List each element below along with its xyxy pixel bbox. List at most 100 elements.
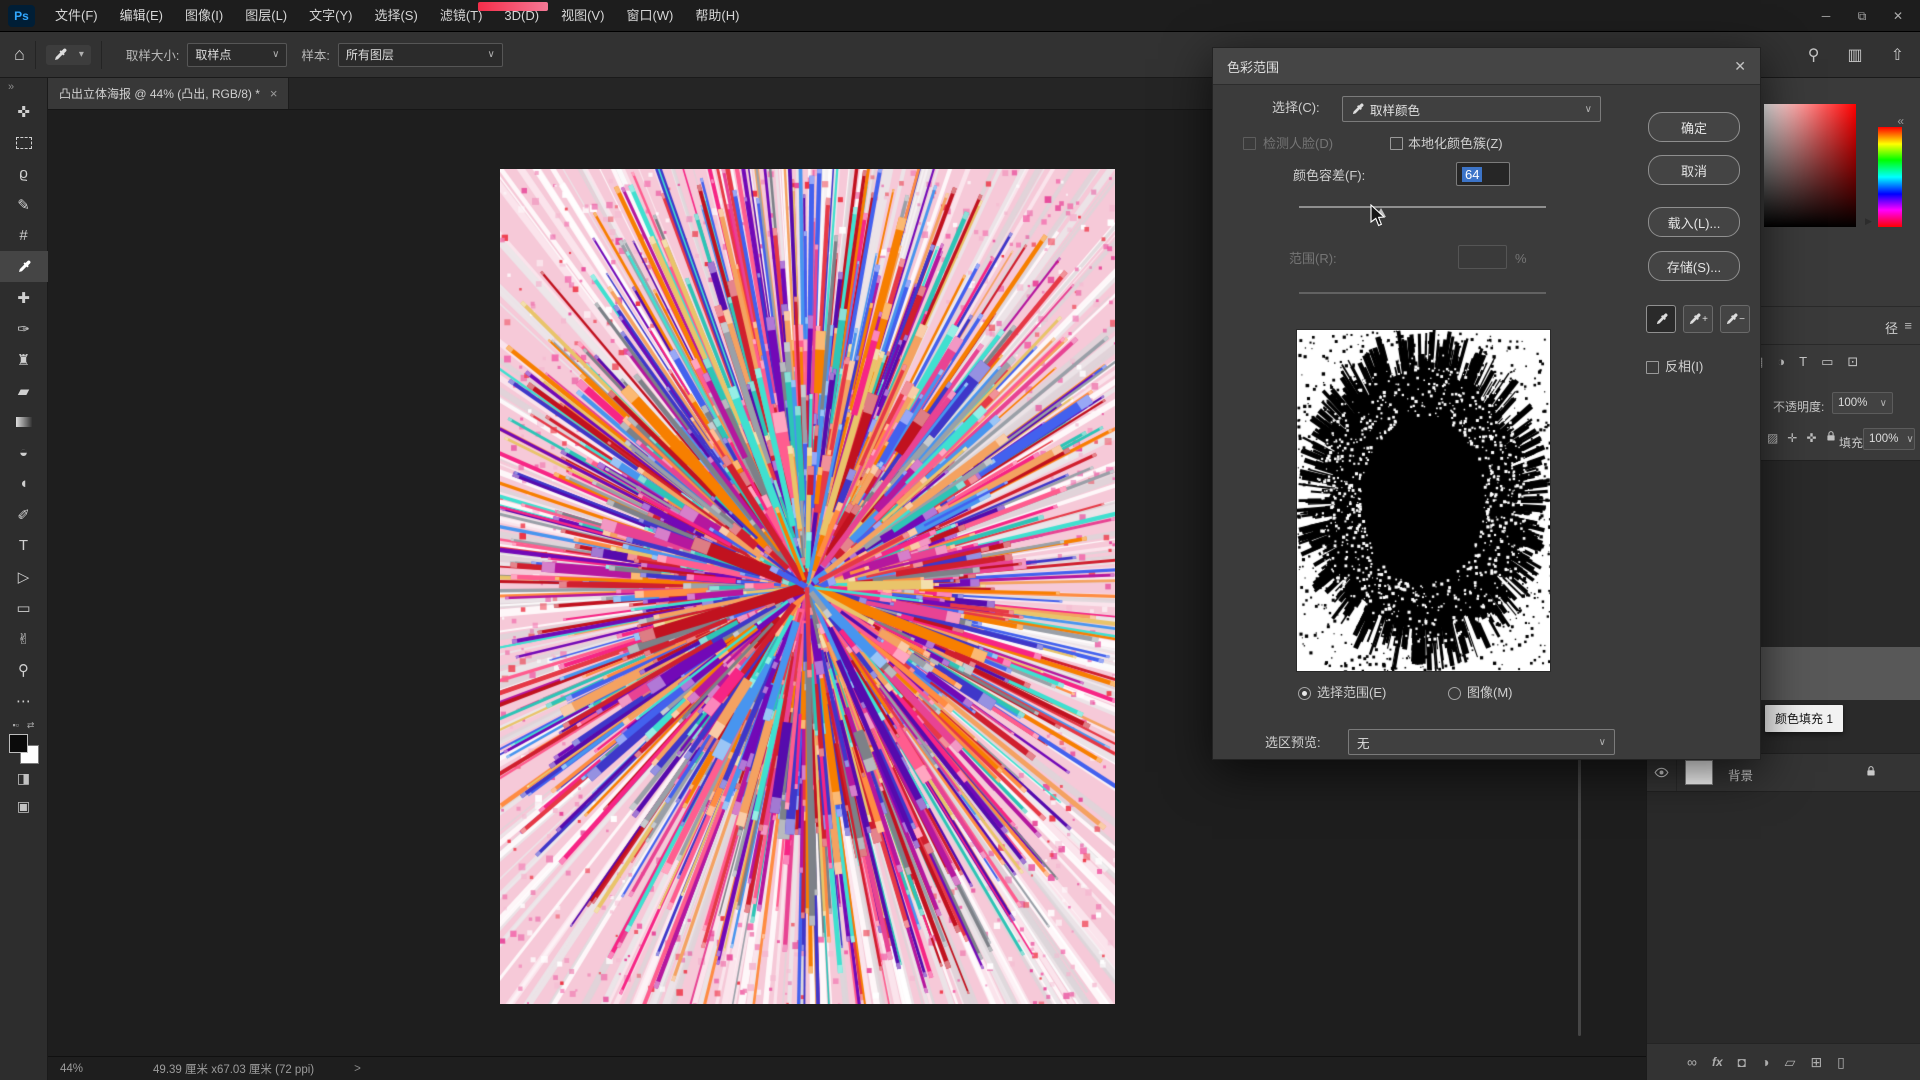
zoom-tool[interactable]: ⚲: [0, 654, 48, 685]
workspace-icon[interactable]: ▥: [1847, 45, 1862, 65]
marquee-tool[interactable]: [0, 127, 48, 158]
add-layer-mask-icon[interactable]: ◘: [1738, 1054, 1746, 1070]
select-dropdown[interactable]: 取样颜色 ∨: [1342, 96, 1601, 122]
pen-tool[interactable]: ✐: [0, 499, 48, 530]
layer-effects-icon[interactable]: fx: [1712, 1055, 1723, 1069]
brush-tool[interactable]: ✑: [0, 313, 48, 344]
layer-name-tag: 颜色填充 1: [1765, 705, 1843, 732]
dock-collapse-icon[interactable]: «: [1897, 114, 1904, 128]
sample-select[interactable]: 所有图层∨: [338, 43, 503, 67]
path-selection-tool[interactable]: ▷: [0, 561, 48, 592]
share-icon[interactable]: ⇧: [1891, 45, 1904, 65]
separator: [101, 41, 102, 69]
clone-stamp-tool[interactable]: ♜: [0, 344, 48, 375]
load-button[interactable]: 载入(L)...: [1648, 207, 1740, 237]
hue-marker-icon[interactable]: ▶: [1865, 216, 1872, 227]
invert-checkbox[interactable]: [1646, 361, 1659, 374]
eyedropper-icon: [1351, 103, 1364, 116]
document-canvas[interactable]: [500, 169, 1115, 1004]
localized-clusters-checkbox[interactable]: [1390, 137, 1403, 150]
fuzziness-input[interactable]: 64: [1456, 162, 1510, 186]
status-expand-icon[interactable]: >: [354, 1063, 361, 1075]
document-tab[interactable]: 凸出立体海报 @ 44% (凸出, RGB/8) * ×: [48, 78, 289, 109]
cancel-button[interactable]: 取消: [1648, 155, 1740, 185]
add-sample-eyedropper-button[interactable]: +: [1683, 305, 1713, 333]
screen-mode-icon[interactable]: ▣: [0, 792, 48, 820]
default-colors-icon[interactable]: ▪▫: [13, 720, 19, 731]
toolbar-collapse-icon[interactable]: »: [0, 78, 47, 96]
selection-preview-dropdown[interactable]: 无 ∨: [1348, 729, 1615, 755]
menu-image[interactable]: 图像(I): [174, 0, 234, 32]
link-layers-icon[interactable]: ∞: [1687, 1054, 1697, 1070]
dodge-tool[interactable]: ◖: [0, 468, 48, 499]
fuzziness-slider[interactable]: [1299, 206, 1546, 208]
lock-position-icon[interactable]: ✜: [1806, 431, 1816, 445]
active-tool-chip[interactable]: ▾: [46, 45, 91, 65]
tab-close-icon[interactable]: ×: [270, 86, 278, 101]
sample-size-select[interactable]: 取样点∨: [187, 43, 287, 67]
quick-selection-tool[interactable]: ✎: [0, 189, 48, 220]
panel-menu-icon[interactable]: ≡: [1904, 318, 1912, 333]
mouse-cursor: [1369, 204, 1389, 228]
more-tools-icon[interactable]: ⋯: [0, 685, 48, 716]
filter-shape-icon[interactable]: ▭: [1821, 354, 1833, 370]
menu-type[interactable]: 文字(Y): [298, 0, 363, 32]
hand-tool[interactable]: ✌: [0, 623, 48, 654]
menu-view[interactable]: 视图(V): [550, 0, 615, 32]
photoshop-logo: Ps: [8, 5, 35, 27]
menu-help[interactable]: 帮助(H): [684, 0, 750, 32]
new-group-icon[interactable]: ▱: [1785, 1054, 1796, 1071]
new-layer-icon[interactable]: ⊞: [1810, 1054, 1822, 1071]
healing-brush-tool[interactable]: ✚: [0, 282, 48, 313]
image-radio[interactable]: [1448, 687, 1461, 700]
delete-layer-icon[interactable]: ▯: [1837, 1054, 1845, 1071]
save-button[interactable]: 存储(S)...: [1648, 251, 1740, 281]
minimize-button[interactable]: ─: [1808, 0, 1844, 32]
filter-type-icon[interactable]: T: [1799, 354, 1807, 370]
color-swatches[interactable]: [9, 734, 39, 764]
search-icon[interactable]: ⚲: [1808, 45, 1820, 65]
blur-tool[interactable]: ◒: [0, 437, 48, 468]
rectangle-tool[interactable]: ▭: [0, 592, 48, 623]
new-adjustment-layer-icon[interactable]: ◑: [1761, 1054, 1769, 1070]
layer-thumbnail[interactable]: [1685, 760, 1713, 785]
eraser-tool[interactable]: ▰: [0, 375, 48, 406]
sample-eyedropper-button[interactable]: [1646, 305, 1676, 333]
menu-layer[interactable]: 图层(L): [234, 0, 298, 32]
lock-transparency-icon[interactable]: ▨: [1767, 431, 1778, 445]
tab-title: 凸出立体海报 @ 44% (凸出, RGB/8) *: [59, 85, 260, 102]
type-tool-tool[interactable]: T: [0, 530, 48, 561]
crop-tool[interactable]: #: [0, 220, 48, 251]
menu-file[interactable]: 文件(F): [44, 0, 109, 32]
ok-button[interactable]: 确定: [1648, 112, 1740, 142]
foreground-color-swatch[interactable]: [9, 734, 28, 753]
eyedropper-tool[interactable]: [0, 251, 48, 282]
detect-faces-checkbox[interactable]: [1243, 137, 1256, 150]
dialog-close-icon[interactable]: ✕: [1734, 58, 1746, 75]
selection-radio[interactable]: [1298, 687, 1311, 700]
fill-field[interactable]: 100%∨: [1863, 428, 1915, 450]
color-range-preview[interactable]: [1296, 329, 1551, 672]
close-button[interactable]: ✕: [1880, 0, 1916, 32]
lock-brush-icon[interactable]: ✛: [1787, 431, 1797, 445]
opacity-field[interactable]: 100%∨: [1832, 392, 1893, 414]
menu-edit[interactable]: 编辑(E): [109, 0, 174, 32]
quick-mask-icon[interactable]: ◨: [0, 764, 48, 792]
menu-select[interactable]: 选择(S): [363, 0, 428, 32]
filter-smart-object-icon[interactable]: ⊡: [1847, 354, 1858, 370]
home-icon[interactable]: ⌂: [14, 44, 25, 65]
move-tool[interactable]: ✜: [0, 96, 48, 127]
menu-window[interactable]: 窗口(W): [615, 0, 684, 32]
hue-strip[interactable]: [1878, 127, 1902, 227]
lasso-tool[interactable]: ϱ: [0, 158, 48, 189]
color-picker-square[interactable]: [1764, 104, 1856, 227]
gradient-tool[interactable]: [0, 406, 48, 437]
subtract-sample-eyedropper-button[interactable]: −: [1720, 305, 1750, 333]
filter-adjustment-icon[interactable]: ◑: [1777, 354, 1785, 370]
lock-all-icon[interactable]: [1825, 430, 1837, 445]
dialog-title-bar[interactable]: 色彩范围 ✕: [1213, 48, 1760, 85]
zoom-level-field[interactable]: 44%: [60, 1063, 83, 1075]
swap-colors-icon[interactable]: ⇄: [27, 720, 35, 731]
restore-button[interactable]: ⧉: [1844, 0, 1880, 32]
paths-panel-tab[interactable]: 径: [1885, 318, 1898, 337]
